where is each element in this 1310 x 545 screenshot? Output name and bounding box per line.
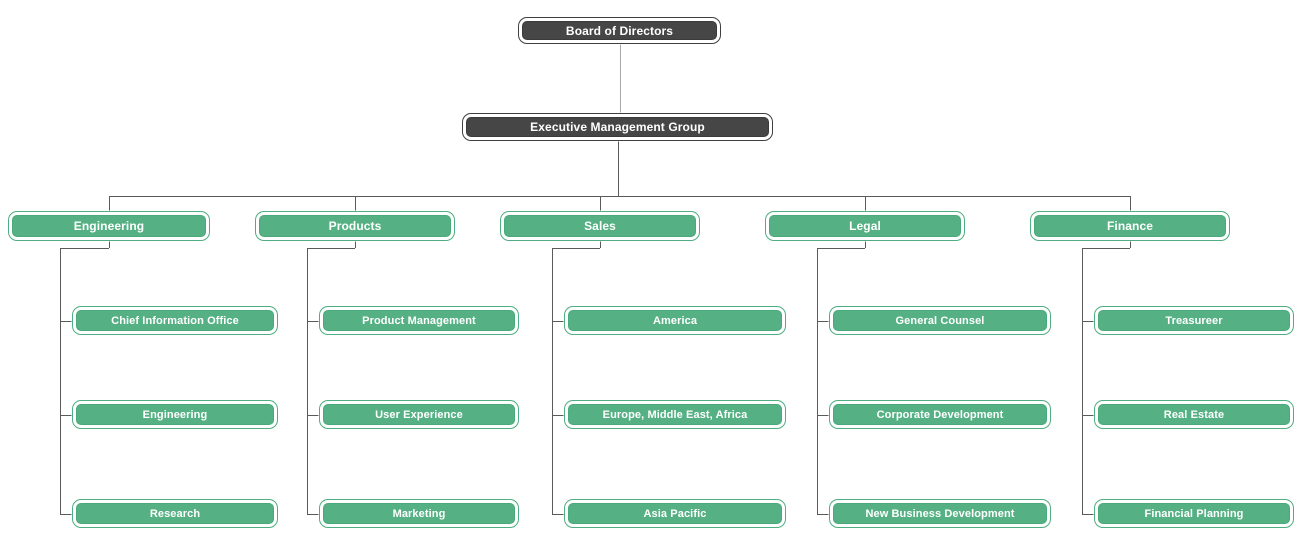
connector-spine-to-child (552, 321, 564, 322)
connector-spine-to-child (307, 415, 319, 416)
connector-spine-to-child (60, 415, 72, 416)
connector-spine-to-child (817, 415, 829, 416)
connector-bus-to-department (600, 196, 601, 211)
connector-spine-to-child (1082, 415, 1094, 416)
connector-department-bus (109, 196, 1130, 197)
connector-spine-to-child (307, 321, 319, 322)
connector-bus-to-department (355, 196, 356, 211)
connector-spine-to-child (817, 514, 829, 515)
node-department-4-label: Finance (1034, 215, 1226, 237)
node-department-0[interactable]: Engineering (8, 211, 210, 241)
connector-department-elbow (307, 248, 355, 249)
node-department-1-child-0[interactable]: Product Management (319, 306, 519, 335)
connector-spine-to-child (1082, 321, 1094, 322)
node-department-0-child-1[interactable]: Engineering (72, 400, 278, 429)
node-department-4-child-1[interactable]: Real Estate (1094, 400, 1294, 429)
node-executive-management-group[interactable]: Executive Management Group (462, 113, 773, 141)
connector-child-spine (817, 248, 818, 514)
node-department-3[interactable]: Legal (765, 211, 965, 241)
node-department-1-child-2-label: Marketing (323, 503, 515, 524)
node-department-0-child-2-label: Research (76, 503, 274, 524)
connector-department-drop (600, 241, 601, 248)
node-board-of-directors[interactable]: Board of Directors (518, 17, 721, 44)
connector-spine-to-child (1082, 514, 1094, 515)
node-department-3-child-2-label: New Business Development (833, 503, 1047, 524)
connector-spine-to-child (552, 415, 564, 416)
node-department-3-label: Legal (769, 215, 961, 237)
org-chart-canvas: Board of Directors Executive Management G… (0, 0, 1310, 545)
connector-department-drop (865, 241, 866, 248)
connector-spine-to-child (60, 321, 72, 322)
node-department-4[interactable]: Finance (1030, 211, 1230, 241)
node-board-of-directors-label: Board of Directors (522, 21, 717, 40)
connector-department-drop (355, 241, 356, 248)
connector-department-elbow (817, 248, 865, 249)
node-department-1-child-1[interactable]: User Experience (319, 400, 519, 429)
connector-spine-to-child (817, 321, 829, 322)
node-department-1[interactable]: Products (255, 211, 455, 241)
node-department-3-child-0-label: General Counsel (833, 310, 1047, 331)
connector-child-spine (552, 248, 553, 514)
connector-spine-to-child (307, 514, 319, 515)
connector-executive-to-bus (618, 141, 619, 196)
node-department-4-child-0-label: Treasureer (1098, 310, 1290, 331)
node-department-2-child-0[interactable]: America (564, 306, 786, 335)
connector-department-elbow (60, 248, 109, 249)
connector-bus-to-department (865, 196, 866, 211)
connector-child-spine (307, 248, 308, 514)
node-department-2-child-0-label: America (568, 310, 782, 331)
connector-board-to-executive (620, 44, 621, 113)
connector-department-elbow (552, 248, 600, 249)
node-department-0-child-0[interactable]: Chief Information Office (72, 306, 278, 335)
connector-spine-to-child (552, 514, 564, 515)
node-department-0-child-0-label: Chief Information Office (76, 310, 274, 331)
node-department-2-label: Sales (504, 215, 696, 237)
connector-bus-to-department (1130, 196, 1131, 211)
node-department-4-child-2[interactable]: Financial Planning (1094, 499, 1294, 528)
node-department-1-label: Products (259, 215, 451, 237)
node-department-2-child-2[interactable]: Asia Pacific (564, 499, 786, 528)
node-department-2-child-2-label: Asia Pacific (568, 503, 782, 524)
connector-child-spine (1082, 248, 1083, 514)
connector-child-spine (60, 248, 61, 514)
node-department-1-child-1-label: User Experience (323, 404, 515, 425)
node-department-4-child-0[interactable]: Treasureer (1094, 306, 1294, 335)
node-executive-management-group-label: Executive Management Group (466, 117, 769, 137)
node-department-3-child-1-label: Corporate Development (833, 404, 1047, 425)
node-department-2-child-1[interactable]: Europe, Middle East, Africa (564, 400, 786, 429)
connector-department-elbow (1082, 248, 1130, 249)
node-department-3-child-1[interactable]: Corporate Development (829, 400, 1051, 429)
node-department-1-child-0-label: Product Management (323, 310, 515, 331)
connector-bus-to-department (109, 196, 110, 211)
node-department-0-label: Engineering (12, 215, 206, 237)
node-department-1-child-2[interactable]: Marketing (319, 499, 519, 528)
connector-department-drop (1130, 241, 1131, 248)
node-department-0-child-1-label: Engineering (76, 404, 274, 425)
node-department-4-child-1-label: Real Estate (1098, 404, 1290, 425)
node-department-2-child-1-label: Europe, Middle East, Africa (568, 404, 782, 425)
node-department-2[interactable]: Sales (500, 211, 700, 241)
connector-spine-to-child (60, 514, 72, 515)
node-department-3-child-0[interactable]: General Counsel (829, 306, 1051, 335)
node-department-4-child-2-label: Financial Planning (1098, 503, 1290, 524)
node-department-3-child-2[interactable]: New Business Development (829, 499, 1051, 528)
node-department-0-child-2[interactable]: Research (72, 499, 278, 528)
connector-department-drop (109, 241, 110, 248)
